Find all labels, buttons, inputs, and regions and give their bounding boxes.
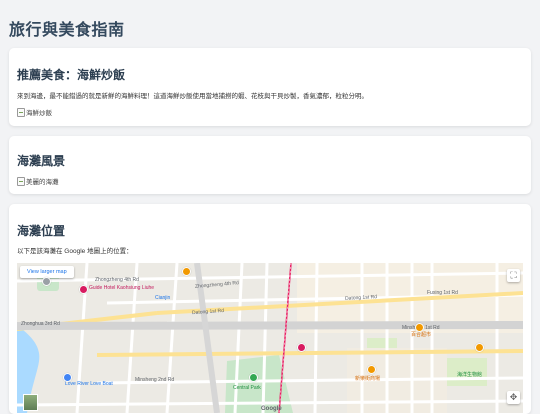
- food-image: 海鮮炒飯: [17, 107, 52, 117]
- food-heading: 推薦美食：海鮮炒飯: [17, 68, 126, 82]
- location-description: 以下是該海灘在 Google 地圖上的位置：: [17, 248, 133, 255]
- location-card: 海灘位置 以下是該海灘在 Google 地圖上的位置： View larger …: [9, 204, 531, 414]
- scenery-image: 美麗的海灘: [17, 176, 59, 186]
- poi-label[interactable]: 百合超市: [411, 331, 431, 338]
- food-pin-icon[interactable]: [475, 343, 484, 352]
- fullscreen-icon[interactable]: ⛶: [507, 269, 520, 282]
- page-title: 旅行與美食指南: [9, 22, 125, 39]
- street-label: Zhonghua 3rd Rd: [21, 321, 60, 327]
- broken-image-icon: [17, 107, 25, 117]
- poi-label[interactable]: 海洋生物館: [457, 371, 482, 378]
- street-label: Minsheng 2nd Rd: [135, 377, 175, 383]
- poi-label[interactable]: Love River Love Boat: [65, 381, 113, 387]
- street-label: Fuxing 1st Rd: [427, 290, 458, 296]
- google-logo: Google: [261, 406, 282, 412]
- location-heading: 海灘位置: [17, 224, 66, 238]
- boat-pin-icon[interactable]: [63, 373, 72, 382]
- hotel-pin-icon[interactable]: [79, 285, 88, 294]
- poi-label[interactable]: Central Park: [233, 385, 261, 391]
- shop-pin-icon[interactable]: [367, 365, 376, 374]
- scenery-card: 海灘風景 美麗的海灘: [9, 136, 531, 194]
- food-pin-icon[interactable]: [182, 267, 191, 276]
- food-image-alt: 海鮮炒飯: [26, 110, 52, 117]
- map-type-toggle[interactable]: [23, 394, 38, 411]
- food-pin-icon[interactable]: [415, 323, 424, 332]
- google-map-embed[interactable]: View larger map Zhongzheng 4th Rd Zhongz…: [17, 263, 523, 413]
- broken-image-icon: [17, 176, 25, 186]
- street-label: Zhongzheng 4th Rd: [95, 277, 139, 283]
- poi-label[interactable]: Cianjin: [155, 295, 170, 301]
- poi-label[interactable]: 新樂街商場: [355, 375, 380, 382]
- scenery-heading: 海灘風景: [17, 154, 66, 168]
- place-pin-icon[interactable]: [42, 277, 51, 286]
- park-pin-icon[interactable]: [249, 373, 258, 382]
- poi-label[interactable]: Guide Hotel Kaohsiung Liuhe: [89, 285, 154, 291]
- scenery-image-alt: 美麗的海灘: [26, 179, 59, 186]
- camera-control-icon[interactable]: ✥: [507, 391, 520, 404]
- food-card: 推薦美食：海鮮炒飯 來到海邊，最不能錯過的就是新鮮的海鮮料理！這道海鮮炒飯使用當…: [9, 48, 531, 126]
- hotel-pin-icon[interactable]: [297, 343, 306, 352]
- food-description: 來到海邊，最不能錯過的就是新鮮的海鮮料理！這道海鮮炒飯使用當地捕撈的蝦、花枝與干…: [17, 93, 368, 100]
